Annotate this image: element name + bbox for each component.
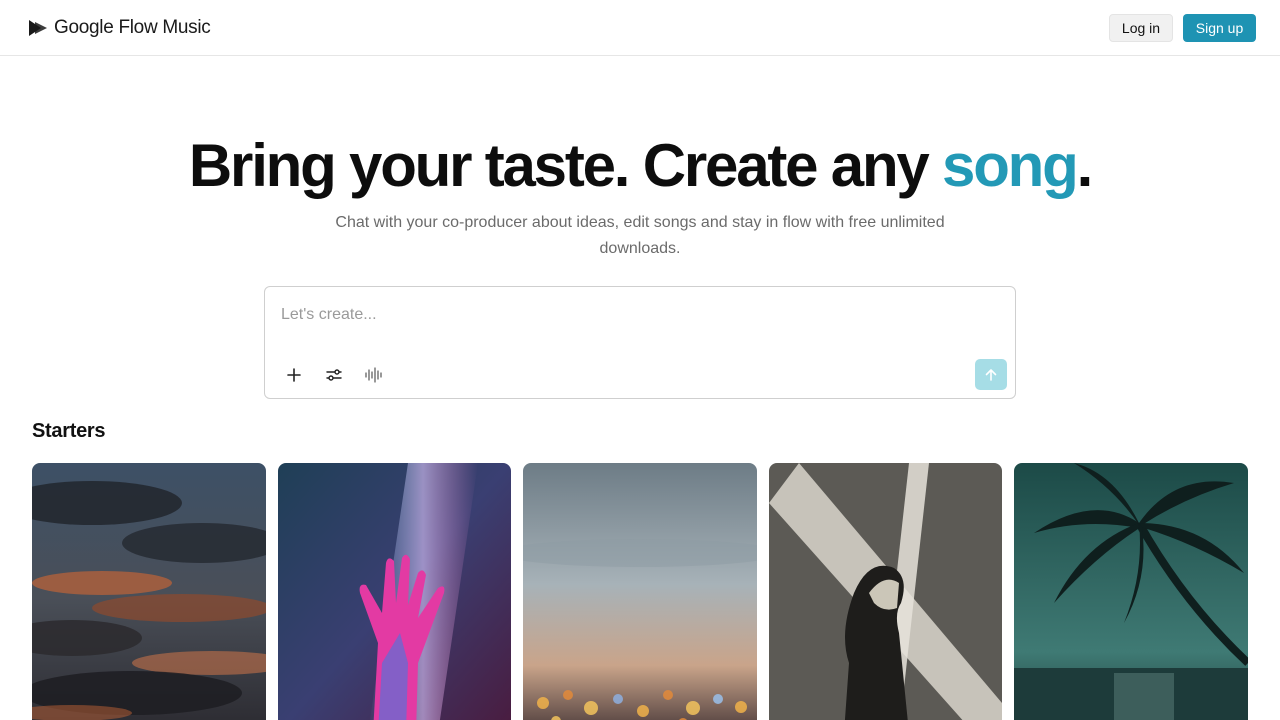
hero-subtitle: Chat with your co-producer about ideas, … [335,214,945,257]
add-button[interactable] [282,363,306,387]
top-bar: Google Flow Music Log in Sign up [0,0,1280,56]
starters-heading: Starters [32,420,106,442]
waveform-icon [365,367,382,383]
prompt-box [264,286,1016,399]
hero-title: Bring your taste. Create any song. [0,130,1280,202]
neon-hand-image [278,463,511,720]
hero-title-main: Bring your taste. Create any [188,132,943,199]
city-bokeh-image [523,463,757,720]
woman-light-beam-image [769,463,1002,720]
sliders-icon [326,369,342,381]
brand-name: Google Flow Music [54,17,211,38]
plus-icon [287,368,301,382]
starter-card-light-beam[interactable] [769,463,1002,720]
voice-button[interactable] [362,363,386,387]
prompt-input[interactable] [281,303,981,327]
send-button[interactable] [975,359,1007,390]
hero-title-end: . [1076,132,1094,199]
palm-tree-night-image [1014,463,1248,720]
starter-card-palm-tree[interactable] [1014,463,1248,720]
hero-title-accent: song [942,132,1079,199]
play-logo-icon [29,20,47,36]
login-button[interactable]: Log in [1109,14,1173,42]
signup-button[interactable]: Sign up [1183,14,1256,42]
starter-card-neon-hand[interactable] [278,463,511,720]
brand-logo[interactable]: Google Flow Music [28,16,211,40]
sunset-clouds-image [32,463,266,720]
settings-button[interactable] [322,363,346,387]
starter-card-sunset[interactable] [32,463,266,720]
arrow-up-icon [985,368,997,381]
starter-card-city-bokeh[interactable] [523,463,757,720]
